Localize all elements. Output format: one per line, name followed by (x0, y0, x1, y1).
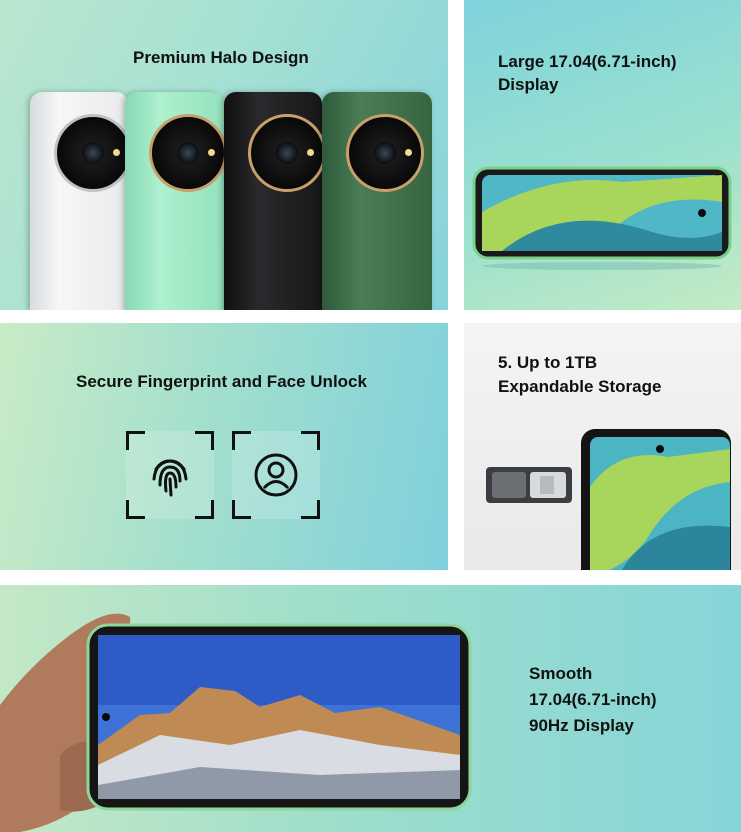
refresh-title-line3: 90Hz Display (529, 716, 634, 735)
storage-panel: 5. Up to 1TB Expandable Storage (464, 323, 741, 570)
refresh-title-line1: Smooth (529, 664, 593, 683)
design-title: Premium Halo Design (133, 48, 309, 67)
display-panel: Large 17.04(6.71-inch) Display (464, 0, 741, 310)
camera-halo (149, 114, 227, 192)
display-title-line2: Display (498, 75, 559, 94)
hand-holding-phone-image (0, 613, 472, 832)
phone-black (224, 92, 326, 310)
unlock-panel: Secure Fingerprint and Face Unlock (0, 323, 448, 570)
lens-icon (177, 142, 199, 164)
storage-title-line1: 5. Up to 1TB (498, 353, 598, 372)
refresh-title-line2: 17.04(6.71-inch) (529, 690, 657, 709)
flash-icon (405, 149, 412, 156)
camera-halo (346, 114, 424, 192)
storage-title-line2: Expandable Storage (498, 377, 662, 396)
lens-icon (374, 142, 396, 164)
flash-icon (208, 149, 215, 156)
fingerprint-icon (152, 459, 188, 497)
refresh-panel: Smooth 17.04(6.71-inch) 90Hz Display (0, 585, 741, 832)
display-title-line1: Large 17.04(6.71-inch) (498, 52, 677, 71)
flash-icon (113, 149, 120, 156)
sim-tray-image (486, 467, 572, 503)
flash-icon (307, 149, 314, 156)
unlock-title: Secure Fingerprint and Face Unlock (76, 372, 367, 391)
storage-phone-image (581, 429, 731, 570)
face-unlock-icon (254, 453, 298, 497)
landscape-phone-image (472, 166, 732, 270)
lens-icon (82, 142, 104, 164)
design-panel: Premium Halo Design (0, 0, 448, 310)
camera-halo (248, 114, 326, 192)
fingerprint-frame (126, 431, 214, 519)
phone-mint (125, 92, 227, 310)
face-frame (232, 431, 320, 519)
camera-halo (54, 114, 132, 192)
lens-icon (276, 142, 298, 164)
phone-green (322, 92, 432, 310)
phone-white (30, 92, 132, 310)
